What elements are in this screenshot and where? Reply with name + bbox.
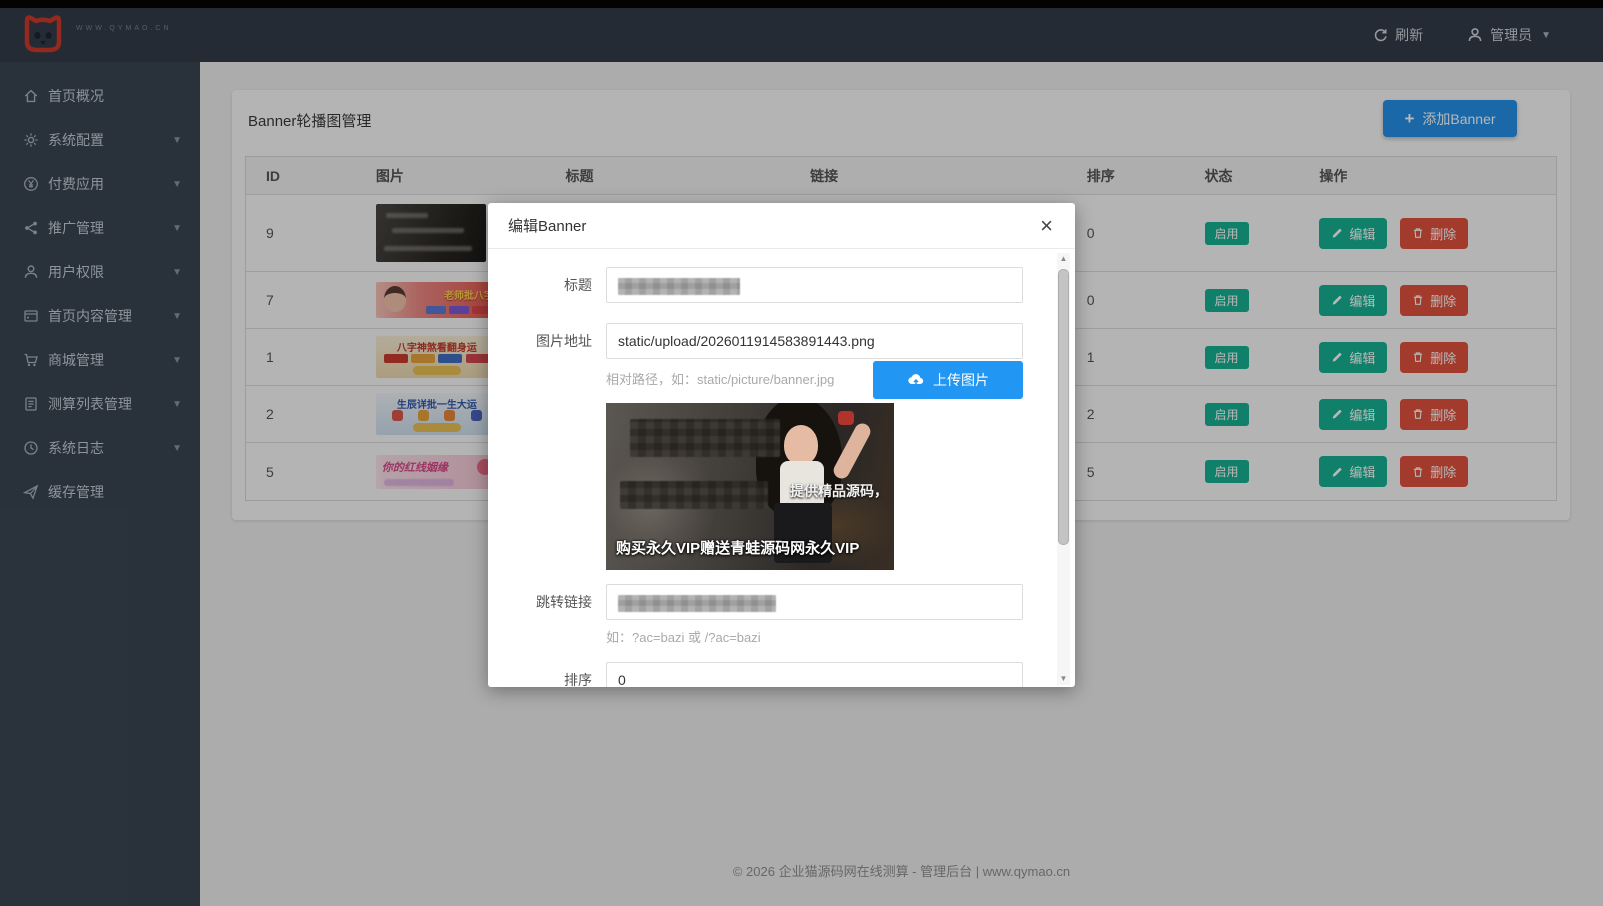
cloud-upload-icon (907, 371, 925, 389)
modal-body: 标题 图片地址 相对路径，如：static/picture/banner.jpg (488, 249, 1075, 687)
redacted-link-value (618, 595, 776, 612)
modal-scrollbar[interactable]: ▲ ▼ (1057, 253, 1070, 685)
edit-banner-modal: 编辑Banner × 标题 图片地址 相对路径，如：static/picture… (488, 203, 1075, 687)
redacted-preview-block (620, 481, 768, 509)
redacted-title-value (618, 278, 740, 295)
preview-caption-mid: 提供精品源码， (790, 481, 888, 501)
banner-preview-image: 提供精品源码， 购买永久VIP赠送青蛙源码网永久VIP (606, 403, 894, 570)
image-url-hint: 相对路径，如：static/picture/banner.jpg (606, 361, 834, 399)
scroll-down-arrow[interactable]: ▼ (1057, 673, 1070, 685)
scroll-up-arrow[interactable]: ▲ (1057, 253, 1070, 265)
image-url-input[interactable] (606, 323, 1023, 359)
scrollbar-thumb[interactable] (1058, 269, 1069, 545)
modal-title: 编辑Banner (508, 215, 1038, 236)
sort-field-label: 排序 (488, 662, 606, 687)
upload-image-label: 上传图片 (933, 370, 989, 390)
link-hint: 如：?ac=bazi 或 /?ac=bazi (606, 630, 761, 645)
upload-image-button[interactable]: 上传图片 (873, 361, 1023, 399)
link-field-label: 跳转链接 (488, 584, 606, 620)
title-field-label: 标题 (488, 267, 606, 303)
title-input[interactable] (606, 267, 1023, 303)
sort-input[interactable] (606, 662, 1023, 687)
preview-caption-bottom: 购买永久VIP赠送青蛙源码网永久VIP (616, 537, 859, 558)
close-icon[interactable]: × (1038, 215, 1055, 237)
link-input[interactable] (606, 584, 1023, 620)
image-url-field-label: 图片地址 (488, 323, 606, 359)
redacted-preview-block (630, 419, 780, 457)
